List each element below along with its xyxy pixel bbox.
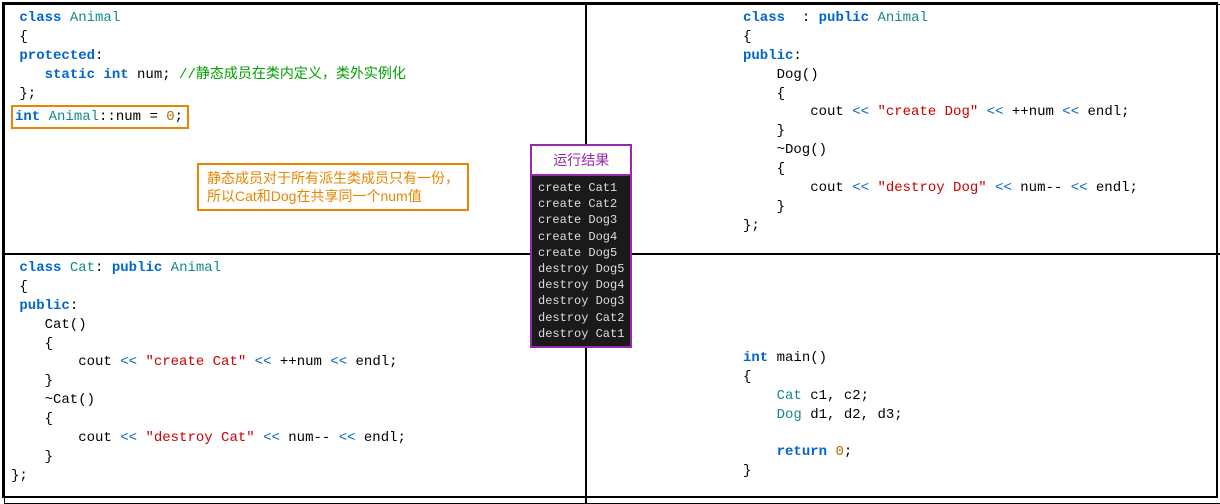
cell-animal: class Animal { protected: static int num… <box>4 4 586 254</box>
cell-cat: class Cat: public Animal { public: Cat()… <box>4 254 586 504</box>
code-dog: class : public Animal { public: Dog() { … <box>593 9 1217 236</box>
output-title: 运行结果 <box>530 144 632 176</box>
output-line: destroy Cat1 <box>538 326 624 342</box>
output-line: destroy Dog4 <box>538 277 624 293</box>
output-line: create Cat1 <box>538 180 624 196</box>
code-cat: class Cat: public Animal { public: Cat()… <box>11 259 579 486</box>
output-panel: 运行结果 create Cat1 create Cat2 create Dog3… <box>530 144 632 348</box>
cell-main: int main() { Cat c1, c2; Dog d1, d2, d3;… <box>586 254 1220 504</box>
note-line-2: 所以Cat和Dog在共享同一个num值 <box>207 187 459 205</box>
output-line: create Dog5 <box>538 245 624 261</box>
output-line: destroy Cat2 <box>538 310 624 326</box>
output-line: create Dog3 <box>538 212 624 228</box>
output-body: create Cat1 create Cat2 create Dog3 crea… <box>530 174 632 348</box>
code-animal: class Animal { protected: static int num… <box>11 9 579 103</box>
output-line: destroy Dog3 <box>538 293 624 309</box>
cell-dog: class : public Animal { public: Dog() { … <box>586 4 1220 254</box>
note-line-1: 静态成员对于所有派生类成员只有一份， <box>207 169 459 187</box>
annotation-note: 静态成员对于所有派生类成员只有一份， 所以Cat和Dog在共享同一个num值 <box>197 163 469 211</box>
code-main: int main() { Cat c1, c2; Dog d1, d2, d3;… <box>593 259 1217 481</box>
output-line: create Dog4 <box>538 229 624 245</box>
output-line: create Cat2 <box>538 196 624 212</box>
highlight-static-init: int Animal::num = 0; <box>11 105 189 129</box>
output-line: destroy Dog5 <box>538 261 624 277</box>
